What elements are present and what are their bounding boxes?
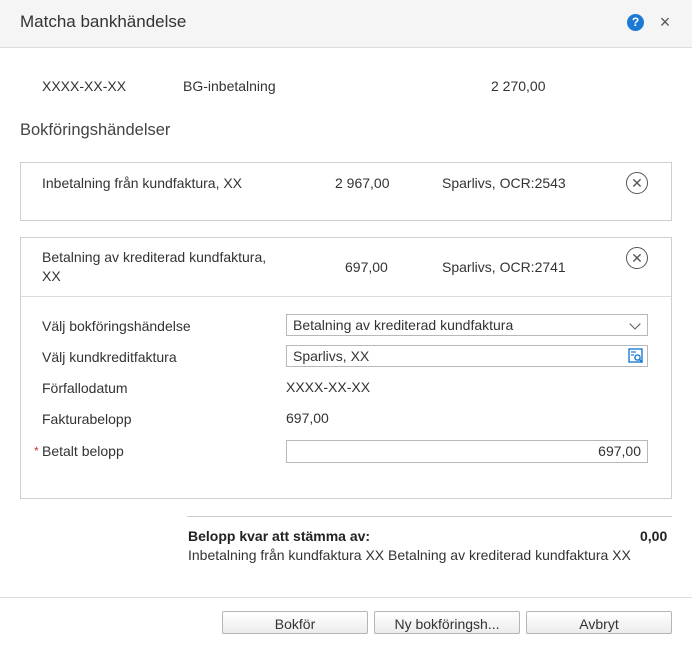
invoice-amount-value: 697,00 xyxy=(286,410,329,426)
close-icon[interactable]: × xyxy=(655,11,675,33)
event-amount: 2 967,00 xyxy=(335,175,390,191)
remove-event-icon[interactable]: ✕ xyxy=(626,172,648,194)
paid-amount-value: 697,00 xyxy=(598,443,641,459)
lookup-icon[interactable] xyxy=(628,348,644,364)
event-card-2: Betalning av krediterad kundfaktura, XX … xyxy=(20,237,672,499)
transaction-type: BG-inbetalning xyxy=(183,78,276,94)
remove-event-icon[interactable]: ✕ xyxy=(626,247,648,269)
event-select-label: Välj bokföringshändelse xyxy=(42,318,191,334)
remaining-note: Inbetalning från kundfaktura XX Betalnin… xyxy=(188,547,631,563)
help-icon[interactable]: ? xyxy=(627,14,644,31)
required-marker: * xyxy=(34,444,39,458)
remaining-value: 0,00 xyxy=(640,528,668,544)
paid-amount-label: Betalt belopp xyxy=(42,443,124,459)
remaining-divider xyxy=(187,516,672,517)
due-date-label: Förfallodatum xyxy=(42,380,128,396)
paid-amount-label-wrap: * Betalt belopp xyxy=(34,443,124,459)
dialog-header: Matcha bankhändelse ? × xyxy=(0,0,692,48)
event-amount: 697,00 xyxy=(345,259,388,275)
credit-invoice-field[interactable]: Sparlivs, XX xyxy=(286,345,648,367)
new-event-button[interactable]: Ny bokföringsh... xyxy=(374,611,520,634)
footer-divider xyxy=(0,597,692,598)
chevron-down-icon xyxy=(629,318,641,330)
book-button[interactable]: Bokför xyxy=(222,611,368,634)
card-divider xyxy=(21,296,671,297)
event-description: Inbetalning från kundfaktura, XX xyxy=(42,175,243,191)
section-title: Bokföringshändelser xyxy=(20,121,171,139)
remaining-label: Belopp kvar att stämma av: xyxy=(188,528,371,544)
dialog-title: Matcha bankhändelse xyxy=(20,12,187,31)
event-select-value: Betalning av krediterad kundfaktura xyxy=(293,317,514,333)
due-date-value: XXXX-XX-XX xyxy=(286,379,371,395)
event-reference: Sparlivs, OCR:2741 xyxy=(442,259,566,275)
transaction-amount: 2 270,00 xyxy=(491,78,546,94)
cancel-button[interactable]: Avbryt xyxy=(526,611,672,634)
credit-invoice-value: Sparlivs, XX xyxy=(293,348,370,364)
paid-amount-field[interactable]: 697,00 xyxy=(286,440,648,463)
credit-invoice-label: Välj kundkreditfaktura xyxy=(42,349,177,365)
event-card-1: Inbetalning från kundfaktura, XX 2 967,0… xyxy=(20,162,672,221)
transaction-date: XXXX-XX-XX xyxy=(42,78,127,94)
invoice-amount-label: Fakturabelopp xyxy=(42,411,132,427)
event-description-line2: XX xyxy=(42,268,61,284)
event-description-line1: Betalning av krediterad kundfaktura, xyxy=(42,249,267,265)
event-select[interactable]: Betalning av krediterad kundfaktura xyxy=(286,314,648,336)
event-reference: Sparlivs, OCR:2543 xyxy=(442,175,566,191)
